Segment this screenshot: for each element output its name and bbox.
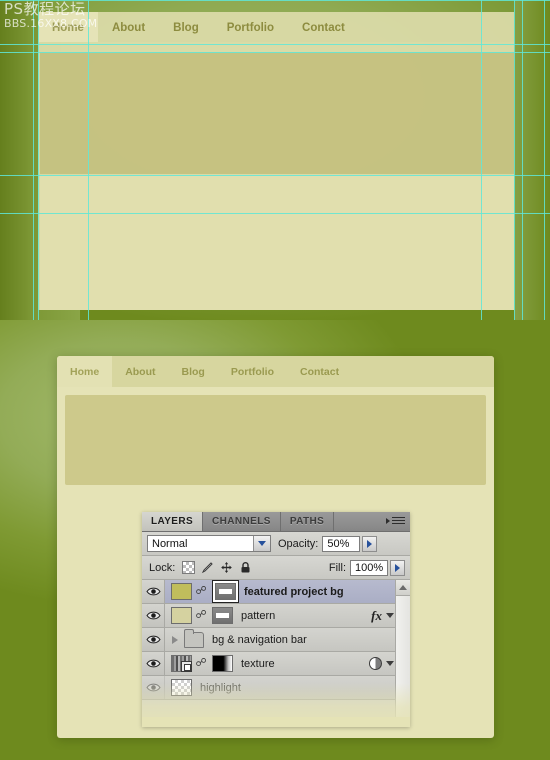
chevron-down-icon[interactable] (386, 661, 394, 666)
top-body-block-2 (40, 214, 514, 310)
layer-row[interactable]: ☍ featured project bg (142, 580, 410, 604)
bottom-nav-item-about[interactable]: About (112, 356, 168, 387)
layer-name: featured project bg (244, 585, 344, 598)
guide-vertical (544, 0, 545, 320)
tab-channels[interactable]: CHANNELS (203, 512, 281, 531)
layer-thumbnail[interactable] (171, 655, 192, 672)
smart-object-icon (181, 661, 192, 672)
bottom-nav-item-blog[interactable]: Blog (169, 356, 218, 387)
guide-vertical (514, 0, 515, 320)
guide-horizontal (0, 0, 550, 1)
layers-panel: LAYERS CHANNELS PATHS Normal Opacity: 50… (142, 512, 410, 727)
adjustment-layer-icon[interactable] (369, 657, 382, 670)
bg-band-left (0, 0, 28, 320)
panel-tab-bar: LAYERS CHANNELS PATHS (142, 512, 410, 532)
top-nav-item-contact[interactable]: Contact (288, 12, 359, 42)
layer-mask-thumbnail[interactable] (212, 655, 233, 672)
bottom-nav-item-home[interactable]: Home (57, 356, 113, 387)
layer-row[interactable]: highlight (142, 676, 410, 700)
bottom-nav-item-contact[interactable]: Contact (287, 356, 352, 387)
tab-bar-filler (334, 512, 410, 531)
panel-menu-icon[interactable] (386, 517, 405, 526)
folder-icon[interactable] (184, 628, 204, 648)
top-hero-block (40, 52, 514, 174)
link-icon[interactable]: ☍ (195, 586, 206, 597)
lock-transparency-icon[interactable] (182, 561, 196, 574)
layer-row[interactable]: ☍ pattern fx (142, 604, 410, 628)
layer-thumbnail[interactable] (171, 607, 192, 624)
eye-icon[interactable] (142, 628, 165, 651)
layer-name: pattern (241, 609, 276, 622)
top-nav-item-home[interactable]: Home (38, 12, 98, 42)
lock-all-icon[interactable] (239, 561, 252, 574)
blend-mode-value: Normal (152, 537, 188, 550)
opacity-slider-arrow-icon[interactable] (362, 535, 378, 552)
chevron-down-icon[interactable] (386, 613, 394, 618)
bottom-hero-block (65, 395, 486, 485)
layer-mask-thumbnail[interactable] (213, 581, 238, 602)
bg-band-right (514, 0, 550, 320)
layers-scrollbar[interactable] (395, 580, 410, 717)
layer-name: bg & navigation bar (212, 633, 307, 646)
top-nav-list: Home About Blog Portfolio Contact (38, 12, 359, 42)
fill-slider-arrow-icon[interactable] (390, 559, 405, 576)
eye-icon[interactable] (142, 676, 165, 699)
blend-mode-select[interactable]: Normal (147, 535, 271, 552)
opacity-label: Opacity: (278, 537, 319, 550)
opacity-input[interactable]: 50% (322, 535, 361, 552)
lock-position-icon[interactable] (220, 561, 233, 574)
tab-layers[interactable]: LAYERS (142, 512, 204, 531)
layer-name: texture (241, 657, 275, 670)
eye-icon[interactable] (142, 580, 165, 603)
chevron-down-icon[interactable] (253, 536, 270, 551)
layer-thumbnail[interactable] (171, 679, 192, 696)
link-icon[interactable]: ☍ (195, 610, 206, 621)
guide-vertical (522, 0, 523, 320)
eye-icon[interactable] (142, 604, 165, 627)
top-navigation-bar: Home About Blog Portfolio Contact (38, 12, 514, 42)
layer-effects-icon[interactable]: fx (371, 608, 382, 624)
fill-input[interactable]: 100% (350, 559, 388, 576)
bottom-navigation-bar: Home About Blog Portfolio Contact (57, 356, 494, 387)
blend-opacity-row: Normal Opacity: 50% (142, 532, 410, 556)
top-nav-item-portfolio[interactable]: Portfolio (213, 12, 288, 42)
layer-row[interactable]: bg & navigation bar (142, 628, 410, 652)
link-icon[interactable]: ☍ (195, 658, 206, 669)
lock-fill-row: Lock: Fill: 100% (142, 556, 410, 580)
lock-label: Lock: (149, 561, 176, 574)
top-nav-item-about[interactable]: About (98, 12, 159, 42)
eye-icon[interactable] (142, 652, 165, 675)
layers-list: ☍ featured project bg ☍ pattern fx bg & … (142, 580, 410, 717)
guide-vertical (33, 0, 34, 320)
fill-label: Fill: (328, 561, 346, 574)
lock-icons-group (182, 561, 252, 574)
scroll-up-icon[interactable] (396, 580, 410, 596)
layer-mask-thumbnail[interactable] (212, 607, 233, 624)
triangle-right-icon[interactable] (172, 635, 178, 644)
layer-thumbnail[interactable] (171, 583, 192, 600)
layer-name: highlight (200, 681, 241, 694)
bottom-nav-item-portfolio[interactable]: Portfolio (218, 356, 287, 387)
top-body-block-1 (40, 175, 514, 213)
screenshot-root: Home About Blog Portfolio Contact PS教程论坛… (0, 0, 550, 760)
lock-image-pixels-icon[interactable] (201, 561, 214, 574)
layer-row[interactable]: ☍ texture (142, 652, 410, 676)
top-nav-item-blog[interactable]: Blog (159, 12, 213, 42)
top-mockup-stage: Home About Blog Portfolio Contact PS教程论坛… (0, 0, 550, 320)
tab-paths[interactable]: PATHS (280, 512, 335, 531)
